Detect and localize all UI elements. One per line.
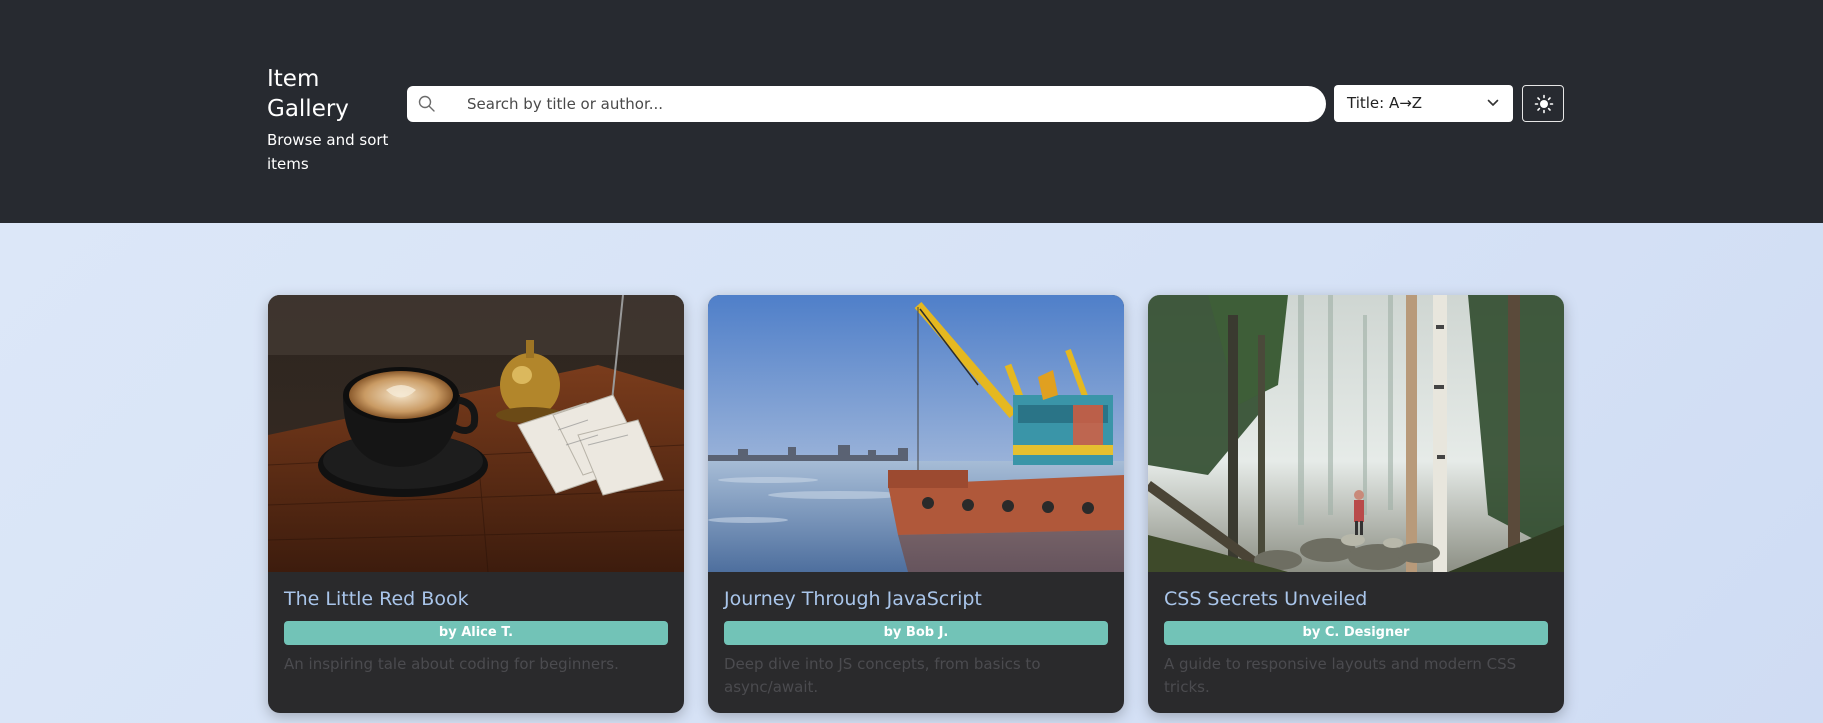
card-description: An inspiring tale about coding for begin… (284, 655, 619, 673)
card-description: A guide to responsive layouts and modern… (1164, 655, 1517, 696)
card-description: Deep dive into JS concepts, from basics … (724, 655, 1041, 696)
page-title: Item Gallery (267, 66, 349, 122)
misty-forest-photo (1148, 295, 1564, 572)
card-image (1148, 295, 1564, 572)
chevron-down-icon (1487, 99, 1499, 106)
sort-select-value: Title: A→Z (1347, 94, 1423, 112)
theme-toggle-button[interactable] (1522, 85, 1564, 122)
sun-icon (1534, 94, 1554, 114)
item-card[interactable]: The Little Red Book by Alice T. An inspi… (268, 295, 684, 713)
card-image (268, 295, 684, 572)
card-title[interactable]: Journey Through JavaScript (724, 588, 982, 610)
card-title[interactable]: CSS Secrets Unveiled (1164, 588, 1367, 610)
author-badge: by C. Designer (1164, 621, 1548, 645)
card-title[interactable]: The Little Red Book (284, 588, 469, 610)
page-subtitle: Browse and sort items (267, 131, 389, 173)
brand: Item Gallery Browse and sort items (267, 64, 397, 176)
item-card[interactable]: CSS Secrets Unveiled by C. Designer A gu… (1148, 295, 1564, 713)
harbor-crane-barge-photo (708, 295, 1124, 572)
item-card[interactable]: Journey Through JavaScript by Bob J. Dee… (708, 295, 1124, 713)
card-image (708, 295, 1124, 572)
coffee-cup-and-bell-photo (268, 295, 684, 572)
search-input[interactable] (467, 86, 1307, 122)
search-bar[interactable] (407, 86, 1326, 122)
author-badge: by Alice T. (284, 621, 668, 645)
author-badge: by Bob J. (724, 621, 1108, 645)
app-header: Item Gallery Browse and sort items Title… (0, 0, 1823, 223)
sort-select[interactable]: Title: A→Z (1334, 85, 1513, 122)
search-icon (418, 95, 435, 112)
